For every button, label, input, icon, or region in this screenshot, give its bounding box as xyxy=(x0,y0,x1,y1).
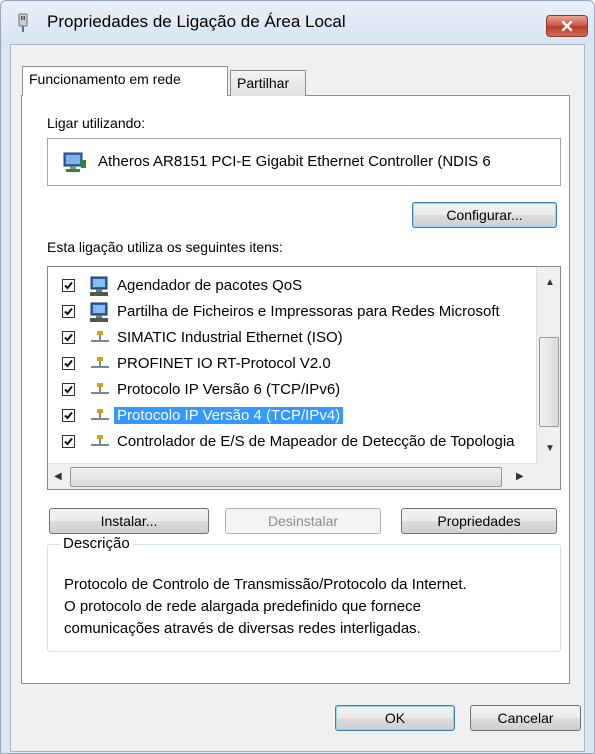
scroll-down-icon[interactable]: ▼ xyxy=(545,443,555,454)
item-checkbox[interactable] xyxy=(62,331,75,344)
tab-sharing[interactable]: Partilhar xyxy=(230,70,306,96)
list-item[interactable]: Controlador de E/S de Mapeador de Detecç… xyxy=(48,430,538,456)
network-adapter-icon xyxy=(18,13,28,32)
description-line: comunicações através de diversas redes i… xyxy=(64,620,421,637)
scrollbar-corner xyxy=(536,463,560,489)
scroll-right-icon[interactable]: ▶ xyxy=(516,471,524,482)
properties-button[interactable]: Propriedades xyxy=(401,508,557,534)
list-item[interactable]: SIMATIC Industrial Ethernet (ISO) xyxy=(48,326,538,352)
connect-using-label: Ligar utilizando: xyxy=(47,115,146,131)
network-client-icon xyxy=(88,276,112,298)
list-item[interactable]: PROFINET IO RT-Protocol V2.0 xyxy=(48,352,538,378)
item-label: Partilha de Ficheiros e Impressoras para… xyxy=(117,303,500,320)
vertical-scroll-thumb[interactable] xyxy=(539,337,559,427)
horizontal-scroll-thumb[interactable] xyxy=(70,467,502,487)
adapter-field: Atheros AR8151 PCI-E Gigabit Ethernet Co… xyxy=(47,138,561,186)
configure-button[interactable]: Configurar... xyxy=(412,202,557,228)
horizontal-scrollbar[interactable]: ◀ ▶ xyxy=(48,463,536,489)
checkmark-icon xyxy=(64,359,73,368)
ok-button[interactable]: OK xyxy=(335,705,455,731)
cancel-button[interactable]: Cancelar xyxy=(470,705,581,731)
item-checkbox[interactable] xyxy=(62,383,75,396)
protocol-icon xyxy=(88,406,112,428)
components-list[interactable]: Agendador de pacotes QoS Partilha de Fich… xyxy=(47,266,561,490)
protocol-icon xyxy=(88,354,112,376)
description-line: O protocolo de rede alargada predefinido… xyxy=(64,598,421,615)
checkmark-icon xyxy=(64,411,73,420)
scroll-left-icon[interactable]: ◀ xyxy=(54,471,62,482)
title-bar[interactable]: Propriedades de Ligação de Área Local xyxy=(1,1,594,45)
adapter-name: Atheros AR8151 PCI-E Gigabit Ethernet Co… xyxy=(98,153,491,170)
network-client-icon xyxy=(88,302,112,324)
item-label: PROFINET IO RT-Protocol V2.0 xyxy=(117,355,331,372)
item-label: Controlador de E/S de Mapeador de Detecç… xyxy=(117,433,515,450)
description-line: Protocolo de Controlo de Transmissão/Pro… xyxy=(64,576,467,593)
vertical-scrollbar[interactable]: ▲ ▼ xyxy=(536,267,560,463)
checkmark-icon xyxy=(64,307,73,316)
checkmark-icon xyxy=(64,385,73,394)
item-label: SIMATIC Industrial Ethernet (ISO) xyxy=(117,329,343,346)
close-button[interactable] xyxy=(546,15,588,37)
description-text: Protocolo de Controlo de Transmissão/Pro… xyxy=(64,574,554,640)
checkmark-icon xyxy=(64,281,73,290)
item-checkbox[interactable] xyxy=(62,357,75,370)
checkmark-icon xyxy=(64,437,73,446)
protocol-icon xyxy=(88,432,112,454)
window-title: Propriedades de Ligação de Área Local xyxy=(47,12,346,31)
list-item[interactable]: Agendador de pacotes QoS xyxy=(48,274,538,300)
checkmark-icon xyxy=(64,333,73,342)
item-label: Protocolo IP Versão 4 (TCP/IPv4) xyxy=(114,407,344,424)
scroll-up-icon[interactable]: ▲ xyxy=(545,277,555,288)
list-item[interactable]: Protocolo IP Versão 4 (TCP/IPv4) xyxy=(48,404,538,430)
tab-networking[interactable]: Funcionamento em rede xyxy=(22,66,228,96)
list-item[interactable]: Protocolo IP Versão 6 (TCP/IPv6) xyxy=(48,378,538,404)
network-adapter-icon xyxy=(63,152,86,172)
item-label: Protocolo IP Versão 6 (TCP/IPv6) xyxy=(117,381,341,398)
description-legend: Descrição xyxy=(60,535,133,552)
item-checkbox[interactable] xyxy=(62,435,75,448)
items-label: Esta ligação utiliza os seguintes itens: xyxy=(47,239,283,255)
item-label: Agendador de pacotes QoS xyxy=(117,277,303,294)
item-checkbox[interactable] xyxy=(62,305,75,318)
protocol-icon xyxy=(88,380,112,402)
item-checkbox[interactable] xyxy=(62,279,75,292)
uninstall-button[interactable]: Desinstalar xyxy=(225,508,381,534)
close-icon xyxy=(561,20,573,32)
install-button[interactable]: Instalar... xyxy=(49,508,209,534)
item-checkbox[interactable] xyxy=(62,409,75,422)
protocol-icon xyxy=(88,328,112,350)
list-item[interactable]: Partilha de Ficheiros e Impressoras para… xyxy=(48,300,538,326)
